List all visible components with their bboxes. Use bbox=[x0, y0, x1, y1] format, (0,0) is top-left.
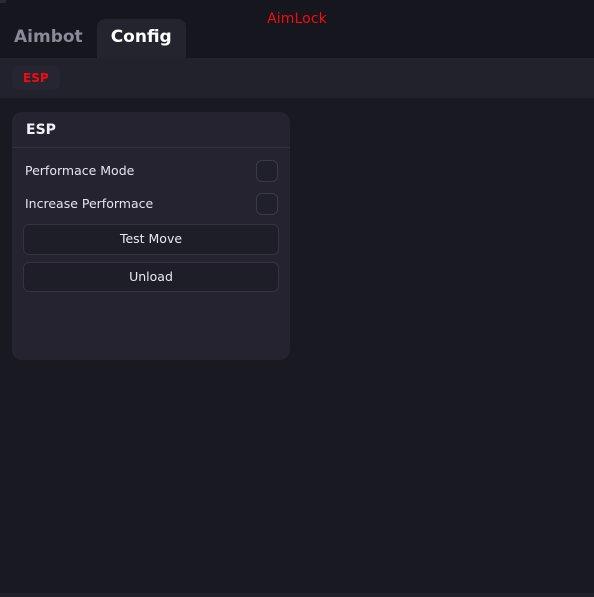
row-performance-mode: Performace Mode bbox=[23, 158, 279, 184]
esp-panel-body: Performace Mode Increase Performace Test… bbox=[12, 148, 290, 360]
sub-tab-bar: ESP bbox=[0, 58, 594, 98]
unload-button[interactable]: Unload bbox=[23, 261, 279, 292]
checkbox-performance-mode[interactable] bbox=[256, 160, 278, 182]
label-performance-mode: Performace Mode bbox=[25, 162, 135, 178]
tab-aimbot[interactable]: Aimbot bbox=[0, 19, 97, 58]
label-increase-performance: Increase Performace bbox=[25, 195, 154, 211]
window-bottom-strip bbox=[0, 593, 594, 597]
main-tab-bar: Aimbot Config bbox=[0, 0, 186, 58]
app-window: AimLock Aimbot Config ESP ESP Performace… bbox=[0, 0, 594, 597]
sub-tab-esp[interactable]: ESP bbox=[12, 66, 60, 90]
title-bar: AimLock Aimbot Config bbox=[0, 0, 594, 58]
content-area: ESP Performace Mode Increase Performace … bbox=[0, 98, 594, 597]
test-move-button[interactable]: Test Move bbox=[23, 224, 279, 255]
row-increase-performance: Increase Performace bbox=[23, 191, 279, 217]
esp-panel-title: ESP bbox=[26, 122, 56, 138]
checkbox-increase-performance[interactable] bbox=[256, 193, 278, 215]
esp-panel-header: ESP bbox=[12, 112, 290, 148]
tab-config[interactable]: Config bbox=[96, 19, 186, 58]
esp-panel: ESP Performace Mode Increase Performace … bbox=[12, 112, 290, 360]
